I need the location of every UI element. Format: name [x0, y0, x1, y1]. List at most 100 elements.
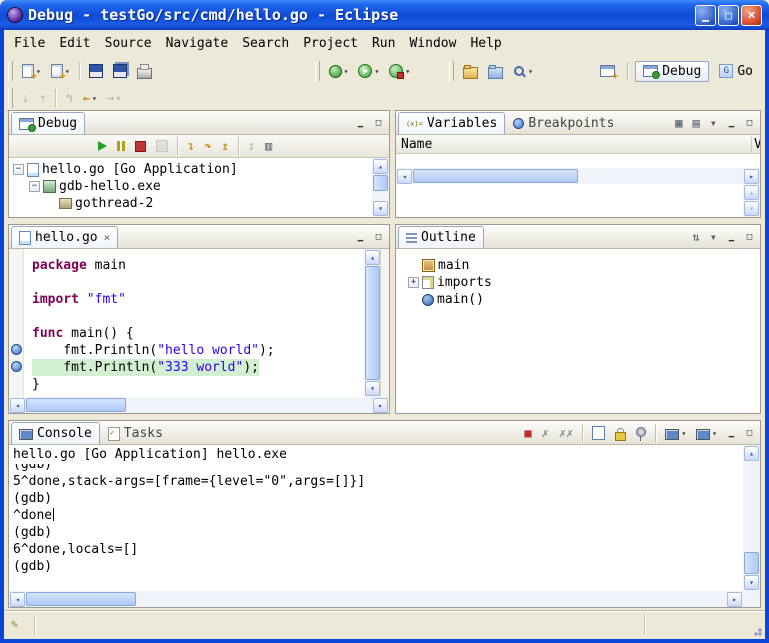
outline-item[interactable]: main()	[406, 291, 760, 308]
debug-tree-item[interactable]: −gdb-hello.exe	[11, 178, 372, 195]
scroll-down-icon[interactable]: ▾	[373, 201, 388, 216]
tab-variables[interactable]: (x)=Variables	[398, 112, 505, 134]
collapse-all-button[interactable]: ▤	[689, 114, 704, 132]
fast-view-icon[interactable]: ✎	[11, 617, 18, 631]
outline-item[interactable]: +imports	[406, 274, 760, 291]
new-folder-button[interactable]	[459, 61, 482, 82]
scroll-up-icon[interactable]: ▴	[373, 159, 388, 174]
console-horizontal-scrollbar[interactable]: ◂ ▸	[9, 591, 743, 607]
dropdown-arrow-icon[interactable]: ▾	[344, 67, 349, 76]
clear-console-button[interactable]	[588, 423, 609, 443]
menu-project[interactable]: Project	[297, 34, 364, 53]
scroll-up-icon[interactable]: ▴	[744, 185, 759, 200]
tab-outline[interactable]: Outline	[398, 226, 484, 248]
drop-to-frame-button[interactable]: ↧	[244, 137, 259, 155]
show-type-names-button[interactable]: ▦	[671, 114, 686, 132]
variables-column-header[interactable]: Name	[396, 135, 760, 154]
remove-launch-button[interactable]: ✗	[538, 424, 553, 442]
view-menu-button[interactable]: ▾	[706, 228, 721, 246]
resize-grip[interactable]	[750, 624, 763, 637]
scroll-left-icon[interactable]: ◂	[10, 398, 25, 413]
dropdown-arrow-icon[interactable]: ▾	[92, 94, 97, 103]
breakpoint-marker-icon[interactable]	[11, 344, 22, 355]
debug-vertical-scrollbar[interactable]: ▴ ▾	[372, 158, 389, 217]
view-menu-button[interactable]: ▾	[706, 114, 721, 132]
toolbar-grip[interactable]	[8, 61, 13, 81]
external-tools-button[interactable]: ▾	[385, 61, 414, 81]
dropdown-arrow-icon[interactable]: ▾	[405, 67, 410, 76]
save-button[interactable]	[85, 61, 107, 81]
code-line[interactable]: import "fmt"	[32, 291, 363, 308]
minimize-button[interactable]: ▁	[695, 5, 716, 26]
minimize-view-button[interactable]: ▁	[723, 425, 740, 441]
tab-tasks[interactable]: Tasks	[100, 422, 171, 444]
terminate-console-button[interactable]: ■	[520, 424, 535, 442]
console-output[interactable]: (gdb)5^done,stack-args=[frame={level="0"…	[9, 464, 743, 591]
dropdown-arrow-icon[interactable]: ▾	[712, 429, 717, 438]
editor-overview-ruler[interactable]	[380, 249, 389, 397]
editor-marker-ruler[interactable]	[9, 249, 24, 397]
minus-expander-icon[interactable]: −	[13, 164, 24, 175]
menu-file[interactable]: File	[8, 34, 51, 53]
new-wizard-button[interactable]: ▾	[47, 61, 74, 81]
dropdown-arrow-icon[interactable]: ▾	[374, 67, 379, 76]
resume-button[interactable]	[94, 138, 111, 154]
perspective-go[interactable]: GGo	[711, 61, 761, 82]
scroll-right-icon[interactable]: ▸	[373, 398, 388, 413]
code-line[interactable]: fmt.Println("333 world");	[32, 359, 363, 376]
remove-all-launches-button[interactable]: ✗✗	[555, 424, 577, 442]
maximize-view-button[interactable]: □	[741, 115, 758, 131]
scroll-up-icon[interactable]: ▴	[365, 250, 380, 265]
menu-help[interactable]: Help	[464, 34, 507, 53]
minimize-view-button[interactable]: ▁	[723, 115, 740, 131]
scroll-down-icon[interactable]: ▾	[365, 381, 380, 396]
open-resource-button[interactable]	[484, 61, 507, 82]
window-border[interactable]	[765, 30, 769, 643]
scroll-left-icon[interactable]: ◂	[10, 592, 25, 607]
run-button[interactable]: ▾	[354, 61, 383, 81]
menu-edit[interactable]: Edit	[53, 34, 96, 53]
display-selected-console-button[interactable]: ▾	[661, 424, 690, 443]
toolbar-grip[interactable]	[315, 61, 320, 81]
code-line[interactable]	[32, 308, 363, 325]
scroll-right-icon[interactable]: ▸	[727, 592, 742, 607]
toolbar-grip[interactable]	[449, 61, 454, 81]
close-tab-icon[interactable]: ×	[104, 231, 111, 244]
close-button[interactable]: ×	[741, 5, 762, 26]
minus-expander-icon[interactable]: −	[29, 181, 40, 192]
dropdown-arrow-icon[interactable]: ▾	[528, 67, 533, 76]
step-filters-button[interactable]: ▥	[261, 137, 276, 155]
debug-tree-item[interactable]: −hello.go [Go Application]	[11, 161, 372, 178]
scroll-lock-button[interactable]	[611, 423, 630, 444]
breakpoint-marker-icon[interactable]	[11, 361, 22, 372]
pin-console-button[interactable]	[632, 427, 650, 440]
menu-run[interactable]: Run	[366, 34, 401, 53]
menu-navigate[interactable]: Navigate	[160, 34, 235, 53]
back-button[interactable]: ←▾	[79, 89, 101, 107]
tab-console[interactable]: Console	[11, 422, 100, 444]
next-annotation-button[interactable]: ⇣	[18, 89, 33, 107]
minimize-view-button[interactable]: ▁	[352, 115, 369, 131]
suspend-button[interactable]	[113, 138, 129, 154]
dropdown-arrow-icon[interactable]: ▾	[681, 429, 686, 438]
debug-tree-item[interactable]: gothread-2	[11, 195, 372, 212]
variables-horizontal-scrollbar[interactable]: ◂ ▸	[396, 168, 760, 184]
scroll-down-icon[interactable]: ▾	[744, 201, 759, 216]
maximize-button[interactable]: □	[718, 5, 739, 26]
tab-hello-go[interactable]: hello.go×	[11, 226, 118, 248]
variables-detail-pane[interactable]	[396, 184, 743, 217]
search-button[interactable]: ▾	[509, 62, 537, 81]
step-into-button[interactable]: ↴	[183, 137, 198, 155]
disconnect-button[interactable]	[152, 137, 172, 155]
menu-window[interactable]: Window	[403, 34, 462, 53]
step-return-button[interactable]: ↥	[217, 137, 232, 155]
print-button[interactable]	[133, 61, 156, 82]
open-perspective-button[interactable]	[596, 62, 619, 80]
previous-annotation-button[interactable]: ⇡	[35, 89, 50, 107]
titlebar[interactable]: Debug - testGo/src/cmd/hello.go - Eclips…	[0, 0, 769, 30]
scroll-right-icon[interactable]: ▸	[744, 169, 759, 184]
minimize-view-button[interactable]: ▁	[723, 229, 740, 245]
tab-debug[interactable]: Debug	[11, 112, 85, 134]
scroll-up-icon[interactable]: ▴	[744, 446, 759, 461]
code-area[interactable]: package mainimport "fmt"func main() { fm…	[32, 257, 363, 393]
